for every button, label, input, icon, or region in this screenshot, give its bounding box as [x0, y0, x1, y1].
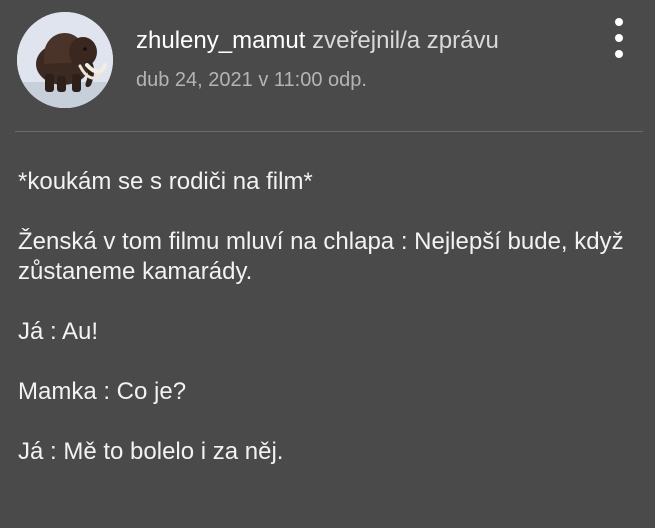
author-line: zhuleny_mamut zveřejnil/a zprávu [136, 26, 595, 56]
post-action-text: zveřejnil/a zprávu [305, 27, 499, 54]
post-header: zhuleny_mamut zveřejnil/a zprávu dub 24,… [136, 26, 595, 92]
post-line: *koukám se s rodiči na film* [18, 168, 313, 195]
author-name[interactable]: zhuleny_mamut [136, 27, 305, 54]
post-card: zhuleny_mamut zveřejnil/a zprávu dub 24,… [0, 0, 655, 528]
post-line: Já : Mě to bolelo i za něj. [18, 438, 284, 465]
post-body: *koukám se s rodiči na film* Ženská v to… [18, 167, 638, 497]
post-line: Mamka : Co je? [18, 378, 187, 405]
header-divider [15, 131, 643, 132]
post-line: Já : Au! [18, 318, 99, 345]
post-line: Ženská v tom filmu mluví na chlapa : Nej… [18, 228, 624, 285]
avatar[interactable] [17, 12, 113, 108]
mammoth-icon [17, 12, 113, 108]
menu-dot-icon [615, 18, 623, 26]
menu-dot-icon [615, 34, 623, 42]
post-date: dub 24, 2021 v 11:00 odp. [136, 69, 367, 91]
menu-dot-icon [615, 50, 623, 58]
more-options-button[interactable] [607, 18, 631, 58]
